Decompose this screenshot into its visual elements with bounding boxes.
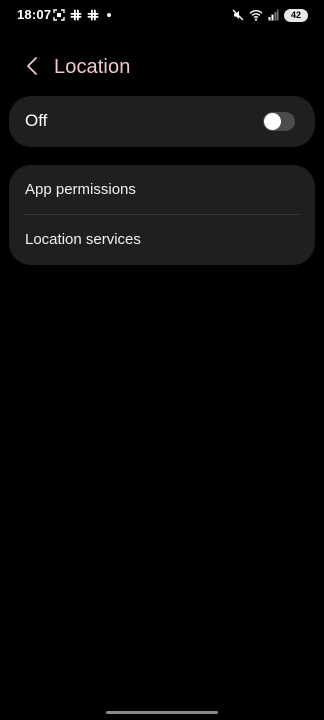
signal-icon (268, 9, 279, 21)
page-title: Location (54, 56, 131, 78)
status-bar: 18:07 42 (0, 0, 324, 30)
back-button[interactable] (18, 54, 46, 82)
wifi-icon (249, 9, 263, 21)
list-item-app-permissions[interactable]: App permissions (9, 165, 315, 215)
list-item-location-services[interactable]: Location services (9, 215, 315, 265)
status-time: 18:07 (17, 7, 52, 22)
screenshot-icon (53, 9, 65, 21)
switch-knob (264, 113, 281, 130)
gesture-navigation-bar[interactable] (106, 711, 218, 714)
mute-icon (232, 9, 244, 21)
slack-icon (87, 9, 99, 21)
location-toggle-row[interactable]: Off (9, 96, 315, 147)
slack-icon (70, 9, 82, 21)
location-toggle-label: Off (25, 111, 48, 130)
location-switch[interactable] (263, 112, 295, 131)
chevron-left-icon (25, 56, 39, 81)
header: Location (0, 50, 324, 86)
status-right-icons: 42 (232, 8, 308, 22)
notification-dot-icon (107, 13, 111, 17)
list-item-label: Location services (25, 231, 141, 248)
settings-list: App permissions Location services (9, 165, 315, 265)
battery-indicator: 42 (284, 8, 308, 22)
status-left-icons (53, 8, 111, 22)
list-item-label: App permissions (25, 181, 136, 198)
